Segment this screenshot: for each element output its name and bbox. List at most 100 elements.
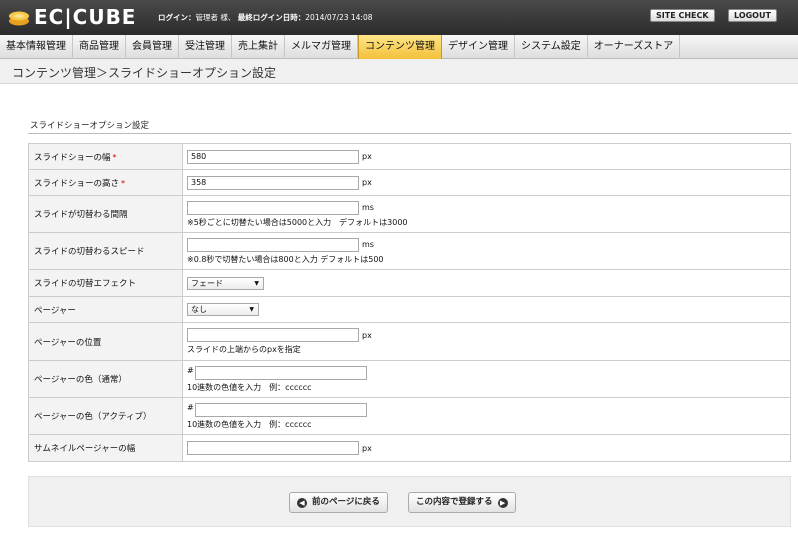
unit-label: px (362, 443, 372, 453)
pager-color-active-input[interactable] (194, 402, 367, 417)
height-label: スライドショーの高さ (34, 178, 120, 189)
unit-label: ms (362, 203, 374, 212)
dropdown-arrow-icon: ▼ (249, 306, 254, 313)
nav-item-basic-info[interactable]: 基本情報管理 (0, 35, 73, 59)
pager-position-input[interactable] (187, 328, 359, 342)
login-user: 管理者 様、 (195, 13, 236, 22)
effect-selected: フェード (191, 278, 223, 288)
speed-input[interactable] (187, 237, 359, 252)
footer-button-bar: ◀ 前のページに戻る この内容で登録する ▶ (28, 476, 791, 527)
label-cell: スライドの切替エフェクト (28, 269, 183, 297)
site-check-button[interactable]: SITE CHECK (650, 9, 715, 22)
value-cell: # 10進数の色値を入力 例：cccccc (182, 397, 791, 435)
value-cell: 358 px (182, 169, 791, 196)
row-pager: ページャー なし ▼ (28, 296, 791, 323)
nav-item-contents[interactable]: コンテンツ管理 (358, 35, 442, 59)
nav-item-customers[interactable]: 会員管理 (126, 35, 179, 59)
value-cell: 580 px (182, 143, 791, 170)
row-pager-position: ページャーの位置 px スライドの上端からのpxを指定 (28, 322, 791, 361)
register-button[interactable]: この内容で登録する ▶ (408, 492, 516, 513)
value-cell: # 10進数の色値を入力 例：cccccc (182, 360, 791, 398)
section-divider (28, 133, 791, 134)
logout-button[interactable]: LOGOUT (728, 9, 777, 22)
dropdown-arrow-icon: ▼ (254, 279, 259, 287)
section-title: スライドショーオプション設定 (30, 121, 150, 131)
row-height: スライドショーの高さ * 358 px (28, 169, 791, 196)
pager-position-label: ページャーの位置 (34, 337, 102, 348)
row-width: スライドショーの幅 * 580 px (28, 143, 791, 170)
unit-label: ms (362, 240, 374, 249)
effect-select[interactable]: フェード ▼ (187, 276, 264, 290)
label-cell: ページャー (28, 296, 183, 323)
height-input[interactable]: 358 (187, 175, 359, 190)
width-label: スライドショーの幅 (34, 152, 111, 163)
login-info: ログイン：管理者 様、 最終ログイン日時：2014/07/23 14:08 (158, 12, 373, 23)
label-cell: スライドショーの高さ * (28, 169, 183, 196)
cube-logo-icon (9, 11, 29, 25)
row-pager-color: ページャーの色（通常） # 10進数の色値を入力 例：cccccc (28, 360, 791, 398)
settings-form-table: スライドショーの幅 * 580 px スライドショーの高さ * 358 px スライドが… (28, 143, 791, 462)
value-cell: ms ※0.8秒で切替たい場合は800と入力 デフォルトは500 (182, 232, 791, 270)
header: EC|CUBE ログイン：管理者 様、 最終ログイン日時：2014/07/23 … (0, 0, 798, 35)
nav-item-design[interactable]: デザイン管理 (442, 35, 515, 59)
back-button-label: 前のページに戻る (312, 497, 380, 507)
row-speed: スライドの切替わるスピード ms ※0.8秒で切替たい場合は800と入力 デフォ… (28, 232, 791, 270)
hash-prefix: # (187, 402, 194, 412)
last-login-label: 最終ログイン日時： (237, 13, 306, 22)
nav-item-mailmagazine[interactable]: メルマガ管理 (285, 35, 358, 59)
row-effect: スライドの切替エフェクト フェード ▼ (28, 269, 791, 297)
unit-label: px (362, 330, 372, 340)
row-interval: スライドが切替わる間隔 ms ※5秒ごとに切替たい場合は5000と入力 デフォル… (28, 195, 791, 233)
pager-select[interactable]: なし ▼ (187, 303, 259, 316)
label-cell: スライドが切替わる間隔 (28, 195, 183, 233)
interval-label: スライドが切替わる間隔 (34, 210, 128, 220)
main-nav: 基本情報管理 商品管理 会員管理 受注管理 売上集計 メルマガ管理 コンテンツ管… (0, 35, 798, 59)
nav-item-products[interactable]: 商品管理 (73, 35, 126, 59)
value-cell: フェード ▼ (182, 269, 791, 297)
pager-color-active-label: ページャーの色（アクティブ） (34, 412, 152, 422)
label-cell: ページャーの色（アクティブ） (28, 397, 183, 435)
thumb-width-label: サムネイルページャーの幅 (34, 444, 136, 454)
interval-note: ※5秒ごとに切替たい場合は5000と入力 デフォルトは3000 (187, 217, 408, 227)
nav-item-orders[interactable]: 受注管理 (179, 35, 232, 59)
label-cell: スライドの切替わるスピード (28, 232, 183, 270)
register-button-label: この内容で登録する (416, 497, 493, 507)
nav-item-sales[interactable]: 売上集計 (232, 35, 285, 59)
row-thumb-width: サムネイルページャーの幅 px (28, 434, 791, 462)
pager-label: ページャー (34, 305, 76, 316)
logo[interactable]: EC|CUBE (8, 5, 136, 29)
label-cell: ページャーの色（通常） (28, 360, 183, 398)
value-cell: なし ▼ (182, 296, 791, 323)
hash-prefix: # (187, 365, 194, 375)
unit-label: px (362, 152, 372, 161)
nav-item-owners-store[interactable]: オーナーズストア (588, 35, 681, 59)
speed-label: スライドの切替わるスピード (34, 247, 145, 257)
pager-color-label: ページャーの色（通常） (34, 375, 127, 385)
required-mark: * (121, 178, 126, 188)
pager-selected: なし (191, 305, 207, 314)
label-cell: サムネイルページャーの幅 (28, 434, 183, 462)
speed-note: ※0.8秒で切替たい場合は800と入力 デフォルトは500 (187, 254, 384, 264)
value-cell: px (182, 434, 791, 462)
effect-label: スライドの切替エフェクト (34, 279, 137, 289)
value-cell: ms ※5秒ごとに切替たい場合は5000と入力 デフォルトは3000 (182, 195, 791, 233)
interval-input[interactable] (187, 200, 359, 215)
thumb-width-input[interactable] (187, 441, 359, 455)
pager-color-active-note: 10進数の色値を入力 例：cccccc (187, 419, 312, 429)
width-input[interactable]: 580 (187, 149, 359, 164)
pager-position-note: スライドの上端からのpxを指定 (187, 345, 301, 354)
pager-color-note: 10進数の色値を入力 例：cccccc (187, 382, 312, 392)
arrow-right-circle-icon: ▶ (497, 497, 508, 508)
logo-text: EC|CUBE (34, 5, 137, 29)
nav-item-system[interactable]: システム設定 (515, 35, 588, 59)
unit-label: px (362, 178, 372, 187)
back-button[interactable]: ◀ 前のページに戻る (289, 492, 388, 513)
page-title-bar: コンテンツ管理＞スライドショーオプション設定 (0, 59, 798, 84)
required-mark: * (112, 152, 117, 162)
row-pager-color-active: ページャーの色（アクティブ） # 10進数の色値を入力 例：cccccc (28, 397, 791, 435)
label-cell: スライドショーの幅 * (28, 143, 183, 170)
value-cell: px スライドの上端からのpxを指定 (182, 322, 791, 361)
login-label: ログイン： (158, 13, 196, 22)
page-title: コンテンツ管理＞スライドショーオプション設定 (12, 66, 277, 80)
pager-color-input[interactable] (194, 365, 367, 380)
